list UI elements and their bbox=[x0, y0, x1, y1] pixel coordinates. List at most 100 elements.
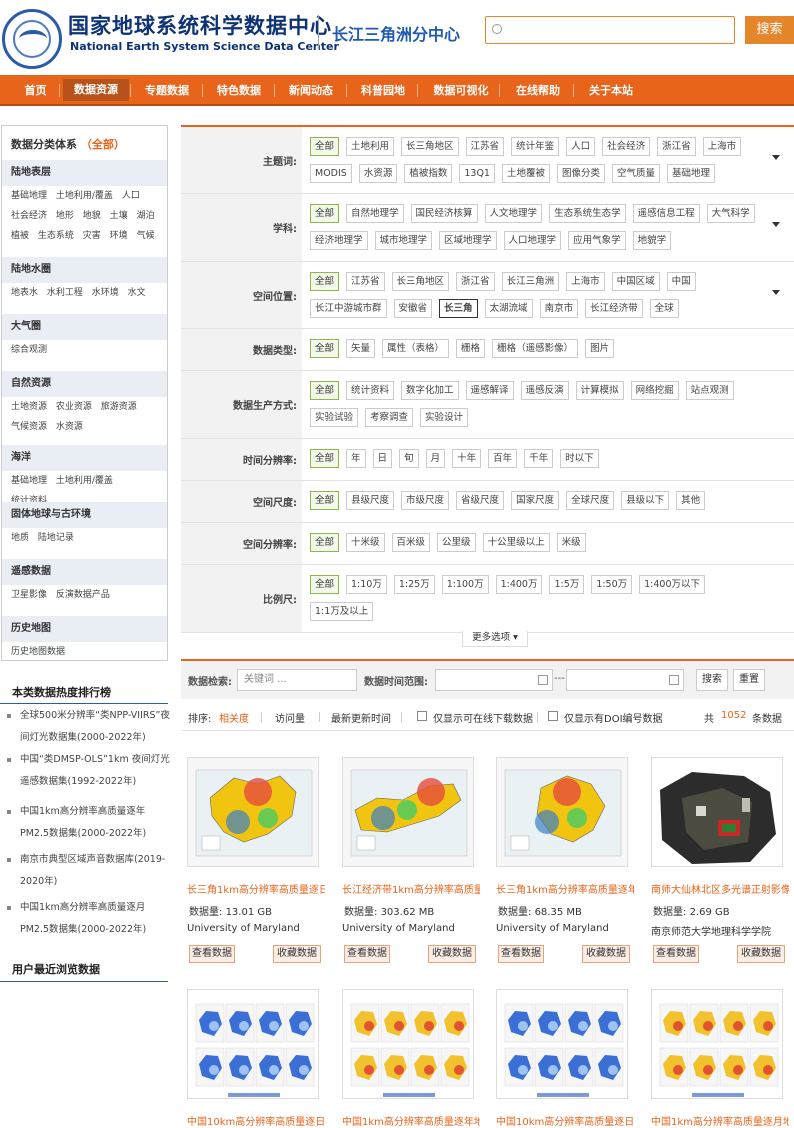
filter-tag[interactable]: 1:100万 bbox=[441, 575, 489, 594]
filter-tag[interactable]: 考察调查 bbox=[365, 408, 414, 427]
category-link[interactable]: 综合观测 bbox=[11, 345, 47, 355]
filter-tag[interactable]: 计算模拟 bbox=[575, 381, 624, 400]
filter-tag[interactable]: 遥感反演 bbox=[520, 381, 569, 400]
filter-tag[interactable]: 百米级 bbox=[391, 533, 431, 552]
category-link[interactable]: 人口 bbox=[122, 191, 140, 201]
filter-tag[interactable]: 全部 bbox=[310, 339, 340, 358]
sort-visits[interactable]: 访问量 bbox=[275, 710, 305, 725]
filter-tag[interactable]: 县级尺度 bbox=[346, 491, 395, 510]
category-link[interactable]: 水文 bbox=[128, 288, 146, 298]
subcenter-title[interactable]: 长江三角洲分中心 bbox=[332, 21, 460, 45]
filter-tag[interactable]: 栅格（遥感影像） bbox=[492, 339, 579, 358]
site-search-input[interactable] bbox=[508, 20, 728, 40]
category-link[interactable]: 土地利用/覆盖 bbox=[56, 191, 113, 201]
filter-tag[interactable]: 南京市 bbox=[539, 299, 579, 318]
filter-tag[interactable]: 上海市 bbox=[702, 137, 742, 156]
category-link[interactable]: 地质 bbox=[11, 533, 29, 543]
category-link[interactable]: 灾害 bbox=[83, 231, 101, 241]
filter-tag[interactable]: 千年 bbox=[524, 449, 554, 468]
dataset-title[interactable]: 长江经济带1km高分辨率高质量 bbox=[342, 881, 480, 896]
filter-tag[interactable]: 城市地理学 bbox=[374, 231, 433, 250]
nav-item-7[interactable]: 在线帮助 bbox=[503, 75, 573, 106]
category-link[interactable]: 气候资源 bbox=[11, 422, 47, 432]
filter-tag[interactable]: 公里级 bbox=[437, 533, 476, 552]
category-header[interactable]: 固体地球与古环境 bbox=[2, 502, 167, 528]
category-all-link[interactable]: （全部） bbox=[81, 138, 125, 151]
filter-tag[interactable]: 旬 bbox=[399, 449, 419, 468]
view-data-button[interactable]: 查看数据 bbox=[653, 945, 699, 963]
more-options-button[interactable]: 更多选项 ▾ bbox=[462, 631, 528, 647]
filter-tag[interactable]: 人文地理学 bbox=[484, 204, 543, 223]
filter-tag[interactable]: 1:25万 bbox=[393, 575, 435, 594]
hot-item[interactable]: 南京市典型区域声音数据库(2019-2020年) bbox=[7, 849, 170, 893]
filter-tag[interactable]: 植被指数 bbox=[404, 164, 453, 183]
filter-tag[interactable]: 社会经济 bbox=[602, 137, 651, 156]
filter-tag[interactable]: 市级尺度 bbox=[401, 491, 450, 510]
end-date-input[interactable] bbox=[566, 669, 684, 691]
expand-caret-icon[interactable] bbox=[772, 290, 780, 295]
category-link[interactable]: 水资源 bbox=[56, 422, 83, 432]
filter-tag[interactable]: 实验设计 bbox=[420, 408, 469, 427]
filter-tag[interactable]: 全部 bbox=[310, 204, 340, 223]
expand-caret-icon[interactable] bbox=[772, 222, 780, 227]
dataset-thumbnail[interactable] bbox=[496, 989, 628, 1099]
filter-tag[interactable]: 图像分类 bbox=[557, 164, 606, 183]
filter-tag[interactable]: 其他 bbox=[676, 491, 706, 510]
filter-tag[interactable]: 应用气象学 bbox=[568, 231, 626, 250]
category-link[interactable]: 社会经济 bbox=[11, 211, 47, 221]
nav-item-8[interactable]: 关于本站 bbox=[577, 75, 645, 106]
category-header[interactable]: 陆地表层 bbox=[2, 160, 167, 186]
view-data-button[interactable]: 查看数据 bbox=[498, 945, 544, 963]
dataset-title[interactable]: 南师大仙林北区多光谱正射影像 bbox=[651, 881, 789, 896]
filter-tag[interactable]: 图片 bbox=[585, 339, 615, 358]
filter-tag[interactable]: 自然地理学 bbox=[346, 204, 404, 223]
logo-icon[interactable] bbox=[2, 9, 62, 69]
filter-tag[interactable]: 江苏省 bbox=[346, 272, 385, 291]
dataset-thumbnail[interactable] bbox=[651, 989, 783, 1099]
hot-item-title[interactable]: 中国1km高分辨率高质量逐月PM2.5数据集(2000-2022年) bbox=[8, 897, 170, 941]
category-link[interactable]: 水利工程 bbox=[47, 288, 83, 298]
doi-only-checkbox[interactable] bbox=[548, 711, 558, 721]
filter-tag[interactable]: 经济地理学 bbox=[310, 231, 368, 250]
filter-tag[interactable]: 十公里级以上 bbox=[482, 533, 550, 552]
nav-item-1[interactable]: 数据资源 bbox=[63, 79, 129, 101]
filter-tag[interactable]: 安徽省 bbox=[393, 299, 433, 318]
nav-item-5[interactable]: 科普园地 bbox=[350, 75, 416, 106]
category-link[interactable]: 土地利用/覆盖 bbox=[56, 476, 113, 486]
sort-latest[interactable]: 最新更新时间 bbox=[331, 710, 391, 725]
category-header[interactable]: 海洋 bbox=[2, 445, 167, 471]
filter-tag[interactable]: 空气质量 bbox=[612, 164, 661, 183]
filter-tag[interactable]: 基础地理 bbox=[667, 164, 716, 183]
online-only-checkbox[interactable] bbox=[417, 711, 427, 721]
filter-tag[interactable]: 区域地理学 bbox=[439, 231, 497, 250]
filter-tag[interactable]: 长三角地区 bbox=[391, 272, 450, 291]
nav-item-0[interactable]: 首页 bbox=[13, 75, 58, 106]
hot-item[interactable]: 中国“类DMSP-OLS”1km 夜间灯光遥感数据集(1992-2022年) bbox=[7, 749, 170, 793]
filter-tag[interactable]: 13Q1 bbox=[459, 164, 495, 183]
category-link[interactable]: 地表水 bbox=[11, 288, 38, 298]
filter-tag[interactable]: 站点观测 bbox=[685, 381, 734, 400]
category-link[interactable]: 土壤 bbox=[110, 211, 128, 221]
filter-tag[interactable]: 中国区域 bbox=[611, 272, 660, 291]
view-data-button[interactable]: 查看数据 bbox=[189, 945, 235, 963]
hot-item[interactable]: 中国1km高分辨率高质量逐月PM2.5数据集(2000-2022年) bbox=[7, 897, 170, 941]
category-link[interactable]: 地形 bbox=[56, 211, 74, 221]
filter-tag[interactable]: 大气科学 bbox=[706, 204, 755, 223]
filter-tag[interactable]: 全部 bbox=[310, 491, 340, 510]
filter-tag[interactable]: 上海市 bbox=[566, 272, 605, 291]
filter-tag[interactable]: 矢量 bbox=[346, 339, 376, 358]
filter-tag[interactable]: 全球尺度 bbox=[566, 491, 615, 510]
filter-tag[interactable]: 日 bbox=[372, 449, 393, 468]
category-link[interactable]: 生态系统 bbox=[38, 231, 74, 241]
filter-tag[interactable]: 人口 bbox=[566, 137, 596, 156]
filter-tag[interactable]: 遥感解译 bbox=[465, 381, 514, 400]
category-link[interactable]: 反演数据产品 bbox=[56, 590, 110, 600]
site-title[interactable]: 国家地球系统科学数据中心 bbox=[68, 10, 332, 40]
filter-tag[interactable]: 统计年鉴 bbox=[511, 137, 560, 156]
dataset-thumbnail[interactable] bbox=[342, 989, 474, 1099]
filter-tag[interactable]: 月 bbox=[425, 449, 446, 468]
nav-item-3[interactable]: 特色数据 bbox=[206, 75, 272, 106]
search-button[interactable]: 搜索 bbox=[696, 669, 728, 691]
favorite-data-button[interactable]: 收藏数据 bbox=[737, 945, 785, 963]
filter-tag[interactable]: 统计资料 bbox=[346, 381, 395, 400]
